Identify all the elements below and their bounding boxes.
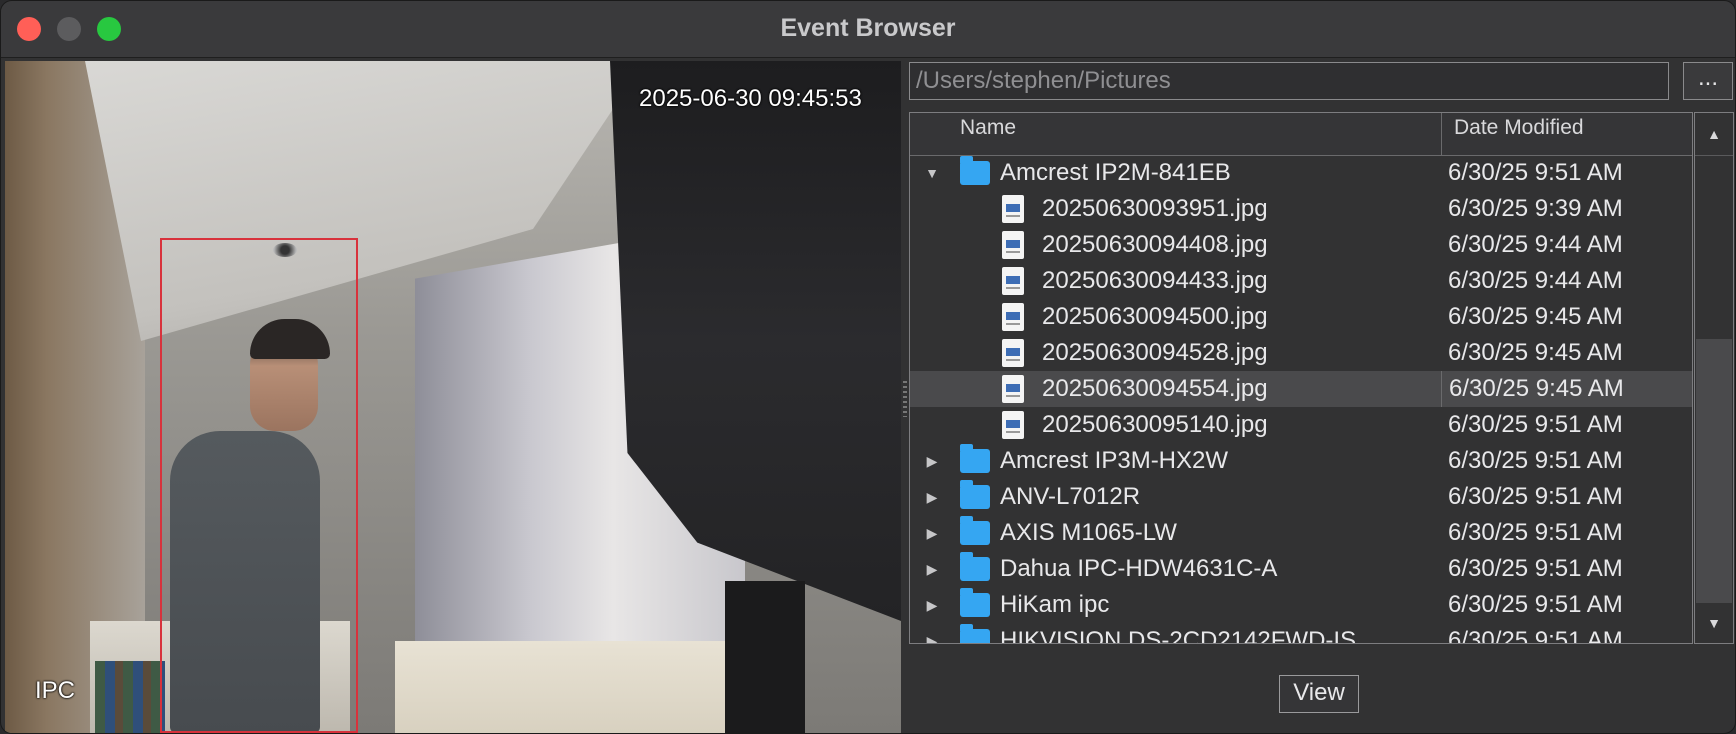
tree-file-row[interactable]: 20250630093951.jpg 6/30/25 9:39 AM bbox=[910, 191, 1692, 227]
row-date-modified: 6/30/25 9:51 AM bbox=[1448, 483, 1623, 510]
row-name: HIKVISION DS-2CD2142FWD-IS bbox=[1000, 627, 1357, 644]
row-name: 20250630093951.jpg bbox=[1042, 195, 1268, 222]
file-tree[interactable]: Name Date Modified ▼ Amcrest IP2M-841EB 6/… bbox=[909, 112, 1693, 644]
row-name: HiKam ipc bbox=[1000, 591, 1110, 618]
row-name: AXIS M1065-LW bbox=[1000, 519, 1177, 546]
tree-folder-row[interactable]: ▶ AXIS M1065-LW 6/30/25 9:51 AM bbox=[910, 515, 1692, 551]
row-date-modified: 6/30/25 9:51 AM bbox=[1448, 447, 1623, 474]
folder-icon bbox=[960, 588, 990, 617]
row-date-modified: 6/30/25 9:51 AM bbox=[1448, 159, 1623, 186]
jpeg-file-icon bbox=[1002, 303, 1024, 331]
row-date-modified: 6/30/25 9:45 AM bbox=[1448, 339, 1623, 366]
disclosure-collapsed-icon[interactable]: ▶ bbox=[922, 479, 942, 515]
disclosure-collapsed-icon[interactable]: ▶ bbox=[922, 515, 942, 551]
disclosure-expanded-icon[interactable]: ▼ bbox=[922, 155, 942, 191]
column-header-name[interactable]: Name bbox=[910, 113, 1442, 155]
row-date-modified: 6/30/25 9:44 AM bbox=[1448, 267, 1623, 294]
window-title: Event Browser bbox=[780, 14, 956, 42]
row-name: 20250630094433.jpg bbox=[1042, 267, 1268, 294]
preview-books bbox=[95, 661, 165, 733]
folder-icon bbox=[960, 624, 990, 643]
row-date-modified: 6/30/25 9:51 AM bbox=[1448, 519, 1623, 546]
folder-icon bbox=[960, 552, 990, 581]
column-header-date-modified[interactable]: Date Modified bbox=[1442, 113, 1692, 155]
jpeg-file-icon bbox=[1002, 375, 1024, 403]
tree-file-row[interactable]: 20250630094554.jpg 6/30/25 9:45 AM bbox=[910, 371, 1692, 407]
scroll-thumb[interactable] bbox=[1696, 339, 1732, 603]
scroll-down-arrow-icon[interactable]: ▼ bbox=[1695, 603, 1733, 643]
row-date-modified: 6/30/25 9:45 AM bbox=[1441, 371, 1624, 407]
jpeg-file-icon bbox=[1002, 339, 1024, 367]
row-date-modified: 6/30/25 9:44 AM bbox=[1448, 231, 1623, 258]
row-name: 20250630094408.jpg bbox=[1042, 231, 1268, 258]
tree-folder-row[interactable]: ▶ HiKam ipc 6/30/25 9:51 AM bbox=[910, 587, 1692, 623]
tree-file-row[interactable]: 20250630094408.jpg 6/30/25 9:44 AM bbox=[910, 227, 1692, 263]
jpeg-file-icon bbox=[1002, 267, 1024, 295]
preview-timestamp: 2025-06-30 09:45:53 bbox=[639, 85, 862, 112]
tree-vertical-scrollbar[interactable]: ▲ ▼ bbox=[1694, 112, 1734, 644]
tree-file-row[interactable]: 20250630094528.jpg 6/30/25 9:45 AM bbox=[910, 335, 1692, 371]
row-date-modified: 6/30/25 9:51 AM bbox=[1448, 555, 1623, 582]
row-name: Amcrest IP2M-841EB bbox=[1000, 159, 1231, 186]
view-button[interactable]: View bbox=[1279, 675, 1359, 713]
folder-icon bbox=[960, 480, 990, 509]
row-date-modified: 6/30/25 9:51 AM bbox=[1448, 591, 1623, 618]
scroll-up-arrow-icon[interactable]: ▲ bbox=[1695, 113, 1733, 156]
tree-file-row[interactable]: 20250630094433.jpg 6/30/25 9:44 AM bbox=[910, 263, 1692, 299]
preview-monitor-stand bbox=[725, 581, 805, 733]
browse-directory-button[interactable]: ... bbox=[1683, 62, 1733, 100]
camera-label: IPC bbox=[35, 677, 76, 704]
disclosure-collapsed-icon[interactable]: ▶ bbox=[922, 443, 942, 479]
tree-folder-row[interactable]: ▶ ANV-L7012R 6/30/25 9:51 AM bbox=[910, 479, 1692, 515]
tree-rows: ▼ Amcrest IP2M-841EB 6/30/25 9:51 AM 202506… bbox=[910, 155, 1692, 644]
row-date-modified: 6/30/25 9:39 AM bbox=[1448, 195, 1623, 222]
detection-bounding-box bbox=[160, 238, 358, 733]
tree-header: Name Date Modified bbox=[910, 113, 1692, 156]
jpeg-file-icon bbox=[1002, 411, 1024, 439]
row-name: Dahua IPC-HDW4631C-A bbox=[1000, 555, 1278, 582]
tree-file-row[interactable]: 20250630094500.jpg 6/30/25 9:45 AM bbox=[910, 299, 1692, 335]
row-name: 20250630094554.jpg bbox=[1042, 375, 1268, 402]
row-name: 20250630094500.jpg bbox=[1042, 303, 1268, 330]
row-date-modified: 6/30/25 9:51 AM bbox=[1448, 411, 1623, 438]
panel-splitter-handle[interactable] bbox=[903, 381, 907, 417]
row-name: Amcrest IP3M-HX2W bbox=[1000, 447, 1229, 474]
tree-folder-row[interactable]: ▼ Amcrest IP2M-841EB 6/30/25 9:51 AM bbox=[910, 155, 1692, 191]
tree-folder-row[interactable]: ▶ HIKVISION DS-2CD2142FWD-IS 6/30/25 9:51 … bbox=[910, 623, 1692, 644]
folder-icon bbox=[960, 156, 990, 185]
jpeg-file-icon bbox=[1002, 231, 1024, 259]
jpeg-file-icon bbox=[1002, 195, 1024, 223]
tree-folder-row[interactable]: ▶ Dahua IPC-HDW4631C-A 6/30/25 9:51 AM bbox=[910, 551, 1692, 587]
row-date-modified: 6/30/25 9:51 AM bbox=[1448, 627, 1623, 644]
directory-path-field[interactable]: /Users/stephen/Pictures bbox=[909, 62, 1669, 100]
row-name: 20250630095140.jpg bbox=[1042, 411, 1268, 438]
row-name: 20250630094528.jpg bbox=[1042, 339, 1268, 366]
tree-file-row[interactable]: 20250630095140.jpg 6/30/25 9:51 AM bbox=[910, 407, 1692, 443]
event-browser-window: Event Browser 2025-06-30 09:45:53 IPC /U… bbox=[0, 0, 1736, 734]
tree-folder-row[interactable]: ▶ Amcrest IP3M-HX2W 6/30/25 9:51 AM bbox=[910, 443, 1692, 479]
row-date-modified: 6/30/25 9:45 AM bbox=[1448, 303, 1623, 330]
preview-window-sill bbox=[395, 641, 755, 733]
title-bar: Event Browser bbox=[1, 1, 1735, 58]
disclosure-collapsed-icon[interactable]: ▶ bbox=[922, 587, 942, 623]
event-image-preview: 2025-06-30 09:45:53 IPC bbox=[5, 61, 901, 733]
row-name: ANV-L7012R bbox=[1000, 483, 1141, 510]
disclosure-collapsed-icon[interactable]: ▶ bbox=[922, 551, 942, 587]
folder-icon bbox=[960, 444, 990, 473]
disclosure-collapsed-icon[interactable]: ▶ bbox=[922, 623, 942, 643]
folder-icon bbox=[960, 516, 990, 545]
